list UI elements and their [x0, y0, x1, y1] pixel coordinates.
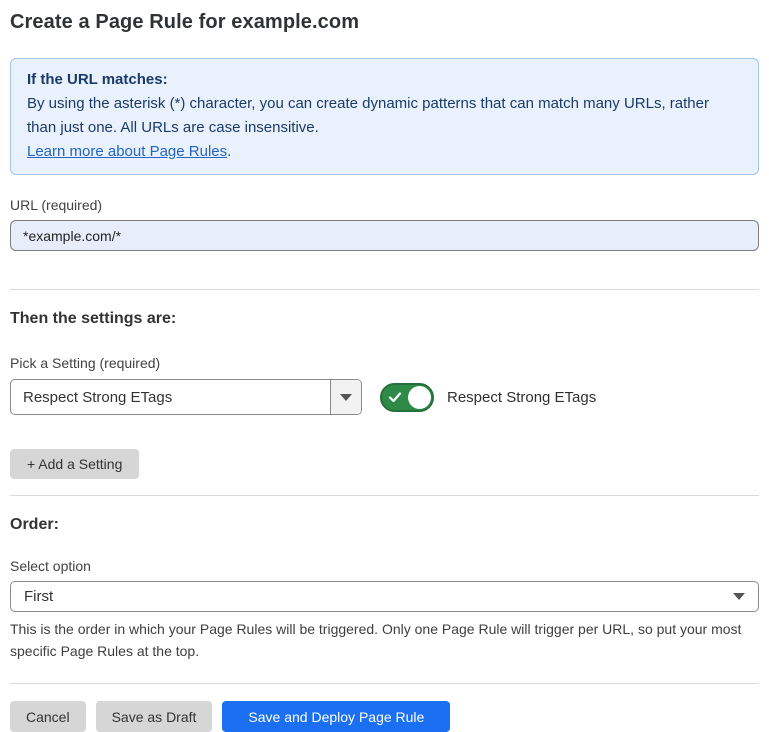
setting-select-value: Respect Strong ETags	[11, 389, 330, 406]
section-divider	[10, 683, 759, 684]
toggle-knob	[408, 386, 431, 409]
check-icon	[388, 390, 402, 404]
save-deploy-button[interactable]: Save and Deploy Page Rule	[222, 701, 450, 732]
form-actions: Cancel Save as Draft Save and Deploy Pag…	[10, 701, 759, 732]
setting-row: Respect Strong ETags Respect Strong ETag…	[10, 379, 759, 415]
order-select-value: First	[24, 588, 733, 605]
order-select[interactable]: First	[10, 581, 759, 612]
setting-select-arrow-button[interactable]	[330, 380, 361, 414]
section-divider	[10, 495, 759, 496]
settings-heading: Then the settings are:	[10, 310, 759, 328]
cancel-button[interactable]: Cancel	[10, 701, 86, 732]
order-heading: Order:	[10, 516, 759, 534]
url-input[interactable]	[10, 220, 759, 251]
section-divider	[10, 289, 759, 290]
learn-more-link[interactable]: Learn more about Page Rules	[27, 143, 227, 160]
etags-toggle[interactable]	[380, 383, 434, 412]
url-match-info-box: If the URL matches: By using the asteris…	[10, 58, 759, 175]
toggle-label: Respect Strong ETags	[447, 389, 596, 406]
link-period: .	[227, 143, 231, 160]
info-box-link-line: Learn more about Page Rules.	[27, 140, 742, 164]
order-help-text: This is the order in which your Page Rul…	[10, 618, 755, 662]
add-setting-button[interactable]: + Add a Setting	[10, 449, 139, 479]
info-box-body: By using the asterisk (*) character, you…	[27, 92, 742, 140]
chevron-down-icon	[733, 593, 745, 600]
dropdown-arrow-icon	[340, 394, 352, 401]
setting-select[interactable]: Respect Strong ETags	[10, 379, 362, 415]
setting-picker-label: Pick a Setting (required)	[10, 355, 759, 371]
save-draft-button[interactable]: Save as Draft	[96, 701, 213, 732]
create-page-rule-form: Create a Page Rule for example.com If th…	[0, 11, 769, 732]
order-select-label: Select option	[10, 558, 759, 574]
info-box-heading: If the URL matches:	[27, 68, 742, 92]
page-title: Create a Page Rule for example.com	[10, 11, 759, 34]
url-label: URL (required)	[10, 197, 759, 213]
